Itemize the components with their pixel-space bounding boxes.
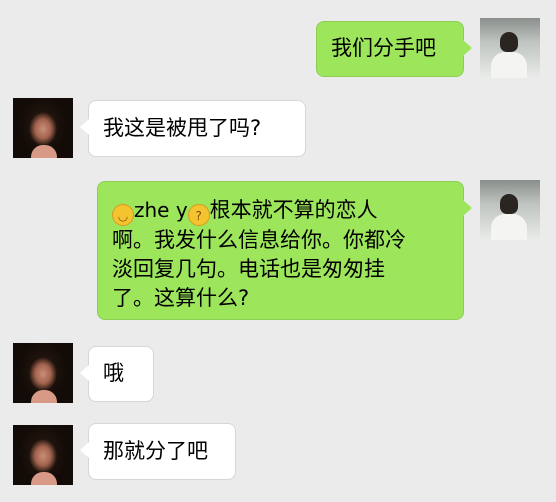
message-text-line: 了。这算什么? (112, 286, 250, 310)
mention-name: zhe y (134, 198, 188, 222)
chat-window: 我们分手吧 我这是被甩了吗? ◡ zhe y? 根本就不算的恋人 啊。我发什么信息给… (0, 0, 556, 502)
avatar-self[interactable] (480, 180, 540, 240)
message-bubble-contact[interactable]: 我这是被甩了吗? (80, 100, 306, 157)
avatar-contact[interactable] (13, 425, 73, 485)
message-text: 那就分了吧 (103, 439, 208, 463)
message-text: 哦 (103, 361, 124, 385)
message-bubble-contact[interactable]: 那就分了吧 (80, 423, 236, 480)
message-bubble-contact[interactable]: 哦 (80, 346, 154, 402)
avatar-contact[interactable] (13, 98, 73, 158)
thinking-face-icon: ? (187, 204, 210, 226)
message-text: 我们分手吧 (331, 36, 436, 60)
message-text-line: 淡回复几句。电话也是匆匆挂 (112, 257, 385, 281)
message-text-line: 根本就不算的恋人 (209, 198, 378, 222)
message-bubble-self[interactable]: 我们分手吧 (316, 21, 472, 77)
message-text-line: 啊。我发什么信息给你。你都冷 (112, 228, 406, 252)
message-text: 我这是被甩了吗? (103, 116, 262, 140)
avatar-self[interactable] (480, 18, 540, 78)
avatar-contact[interactable] (13, 343, 73, 403)
message-bubble-self[interactable]: ◡ zhe y? 根本就不算的恋人 啊。我发什么信息给你。你都冷 淡回复几句。电话也… (97, 181, 472, 320)
grinning-sweat-icon: ◡ (112, 204, 134, 226)
